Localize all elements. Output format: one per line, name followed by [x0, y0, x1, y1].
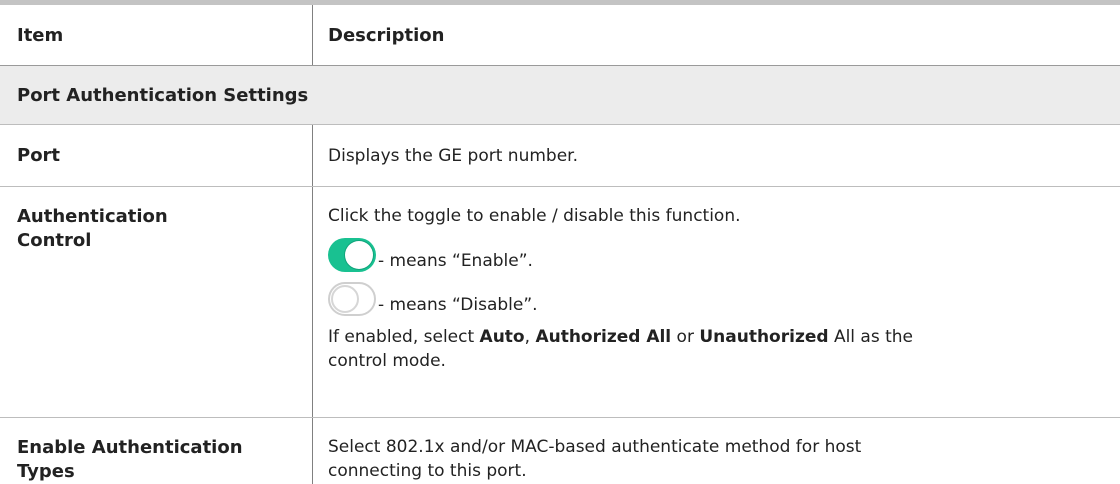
table-row-port: Port Displays the GE port number.: [0, 125, 1120, 187]
mode-prefix: If enabled, select: [328, 327, 480, 347]
header-item: Item: [0, 5, 313, 65]
item-auth-types: Enable Authentication Types: [0, 418, 313, 484]
table-row-auth-types: Enable Authentication Types Select 802.1…: [0, 418, 1120, 484]
mode-auto: Auto: [479, 327, 525, 347]
mode-suffix: All as the: [828, 327, 914, 347]
item-auth-types-line1: Enable Authentication: [17, 437, 243, 458]
mode-line2: control mode.: [328, 351, 446, 371]
disable-toggle-line: - means “Disable”.: [328, 276, 1120, 316]
item-port: Port: [0, 125, 313, 186]
description-table: Item Description Port Authentication Set…: [0, 0, 1120, 484]
auth-types-line1: Select 802.1x and/or MAC-based authentic…: [328, 437, 862, 457]
header-description: Description: [328, 24, 445, 46]
auth-control-mode-text: If enabled, select Auto, Authorized All …: [328, 325, 1120, 373]
table-header-row: Item Description: [0, 5, 1120, 66]
toggle-on-icon: [328, 238, 376, 272]
mode-sep2: or: [671, 327, 700, 347]
enable-toggle-line: - means “Enable”.: [328, 232, 1120, 272]
item-auth-control-line1: Authentication: [17, 206, 168, 227]
item-auth-types-line2: Types: [17, 461, 75, 482]
mode-unauthorized: Unauthorized: [699, 327, 829, 347]
desc-auth-types: Select 802.1x and/or MAC-based authentic…: [313, 418, 1120, 484]
item-auth-control: Authentication Control: [0, 187, 313, 417]
enable-text: - means “Enable”.: [378, 251, 533, 271]
desc-auth-control: Click the toggle to enable / disable thi…: [313, 187, 1120, 417]
mode-sep1: ,: [524, 327, 536, 347]
auth-types-line2: connecting to this port.: [328, 461, 527, 481]
desc-port: Displays the GE port number.: [328, 145, 578, 166]
section-title: Port Authentication Settings: [0, 66, 1120, 125]
item-auth-control-line2: Control: [17, 230, 92, 251]
auth-control-intro: Click the toggle to enable / disable thi…: [328, 206, 741, 226]
disable-text: - means “Disable”.: [378, 295, 538, 315]
toggle-off-icon: [328, 282, 376, 316]
mode-authorized-all: Authorized All: [535, 327, 672, 347]
table-row-auth-control: Authentication Control Click the toggle …: [0, 187, 1120, 418]
